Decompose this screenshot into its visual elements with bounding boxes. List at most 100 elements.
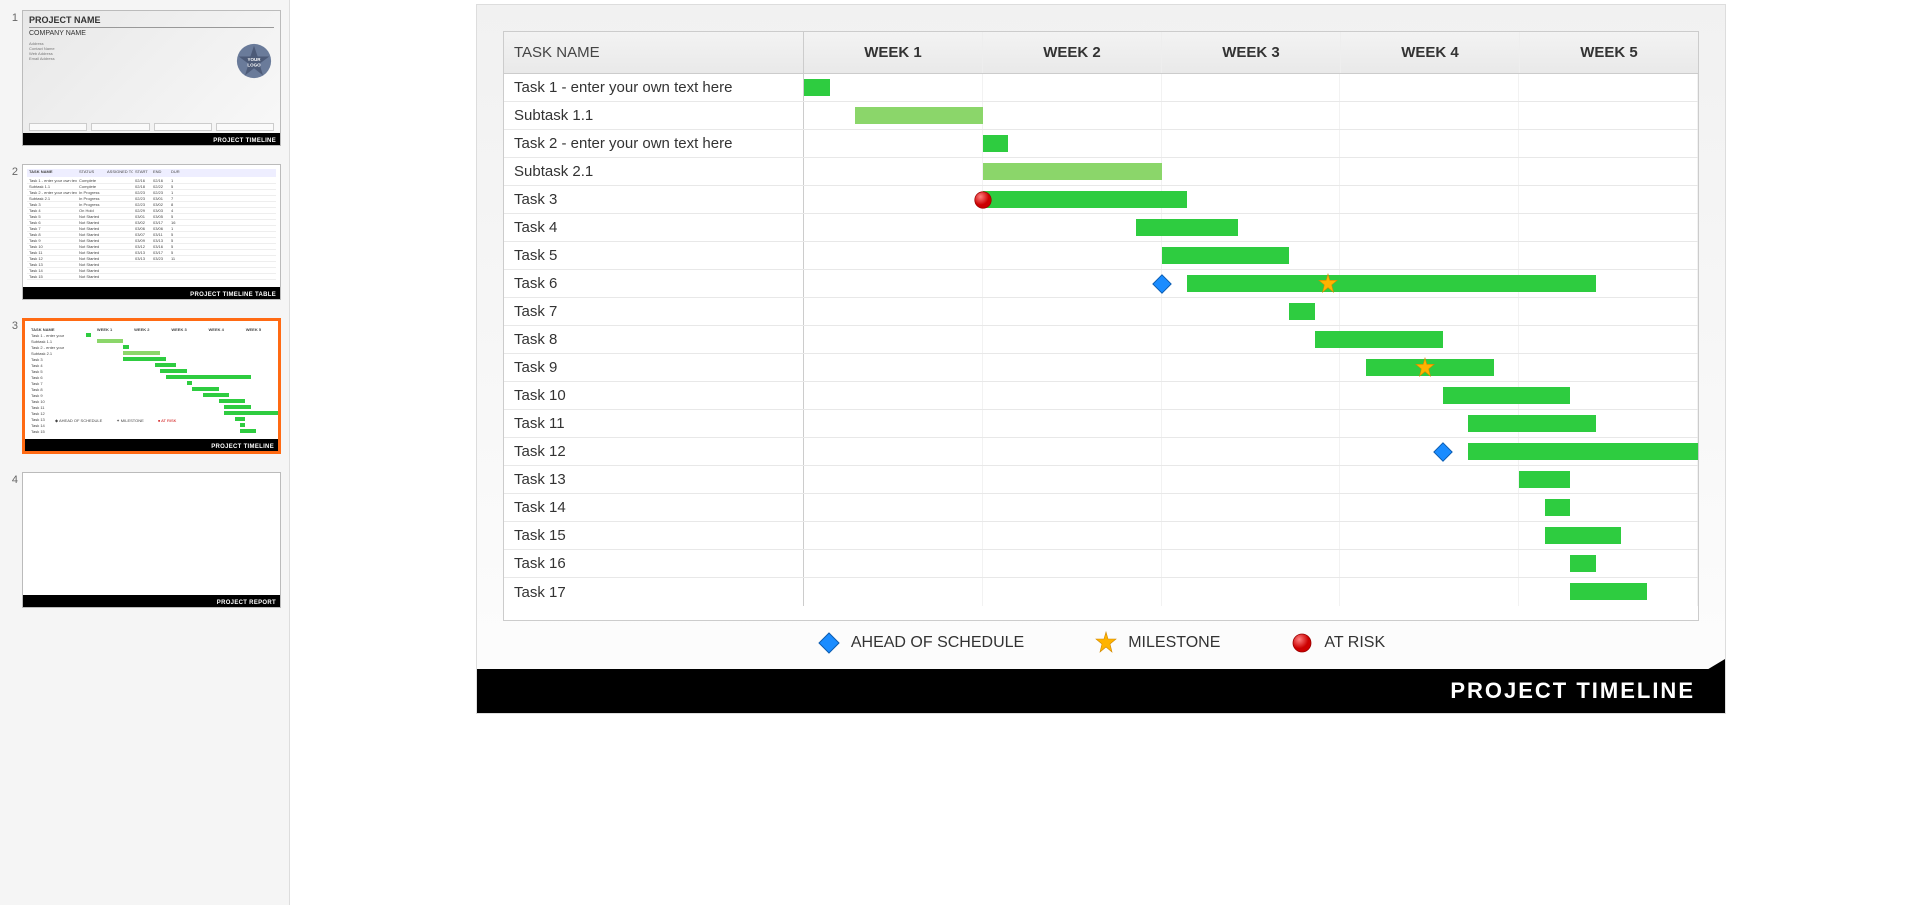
logo-icon: YOURLOGO — [236, 43, 272, 79]
legend-item: AHEAD OF SCHEDULE — [817, 631, 1024, 655]
week-header: WEEK 2 — [983, 32, 1162, 73]
gantt-bar — [1315, 331, 1443, 348]
gantt-header-row: TASK NAME WEEK 1WEEK 2WEEK 3WEEK 4WEEK 5 — [504, 32, 1698, 74]
thumb-footer-label: PROJECT TIMELINE — [211, 444, 274, 450]
milestone-icon — [1094, 631, 1118, 655]
task-label: Subtask 1.1 — [504, 102, 804, 129]
gantt-row: Subtask 1.1 — [504, 102, 1698, 130]
gantt-legend: AHEAD OF SCHEDULE MILESTONE AT RISK — [477, 621, 1725, 669]
gantt-bar — [855, 107, 983, 124]
gantt-row: Task 2 - enter your own text here — [504, 130, 1698, 158]
svg-text:LOGO: LOGO — [247, 62, 261, 67]
slide-number: 4 — [8, 472, 22, 486]
slide-number: 1 — [8, 10, 22, 24]
slide-thumb-row: 3 TASK NAMEWEEK 1WEEK 2WEEK 3WEEK 4WEEK … — [8, 318, 281, 454]
risk-icon — [1290, 631, 1314, 655]
gantt-row: Subtask 2.1 — [504, 158, 1698, 186]
gantt-bar — [1187, 275, 1596, 292]
thumb-title: PROJECT NAME — [29, 15, 274, 28]
gantt-bar — [983, 191, 1187, 208]
thumb-subtitle: COMPANY NAME — [29, 30, 274, 37]
task-label: Task 11 — [504, 410, 804, 437]
gantt-row: Task 11 — [504, 410, 1698, 438]
slide-thumbnail-2[interactable]: TASK NAMESTATUSASSIGNED TOSTARTENDDUR Ta… — [22, 164, 281, 300]
legend-label: AT RISK — [1324, 634, 1385, 652]
task-label: Task 15 — [504, 522, 804, 549]
gantt-bar — [1545, 499, 1571, 516]
slide-thumbnail-1[interactable]: PROJECT NAME COMPANY NAME AddressContact… — [22, 10, 281, 146]
thumb-footer-label: PROJECT REPORT — [217, 600, 276, 606]
gantt-row: Task 8 — [504, 326, 1698, 354]
task-label: Task 13 — [504, 466, 804, 493]
gantt-bar — [1545, 527, 1622, 544]
gantt-chart: TASK NAME WEEK 1WEEK 2WEEK 3WEEK 4WEEK 5… — [503, 31, 1699, 621]
slide-number: 3 — [8, 318, 22, 332]
gantt-row: Task 15 — [504, 522, 1698, 550]
task-label: Task 12 — [504, 438, 804, 465]
task-name-header: TASK NAME — [504, 32, 804, 73]
week-header: WEEK 5 — [1520, 32, 1698, 73]
task-label: Task 7 — [504, 298, 804, 325]
slide-thumbnail-3[interactable]: TASK NAMEWEEK 1WEEK 2WEEK 3WEEK 4WEEK 5 … — [22, 318, 281, 454]
slide-thumbnail-4[interactable]: PROJECT REPORT — [22, 472, 281, 608]
slide-panel: 1 PROJECT NAME COMPANY NAME AddressConta… — [0, 0, 290, 905]
task-label: Task 3 — [504, 186, 804, 213]
gantt-bar — [1570, 555, 1596, 572]
task-label: Task 10 — [504, 382, 804, 409]
slide-footer-title: PROJECT TIMELINE — [1450, 678, 1695, 704]
svg-text:YOUR: YOUR — [247, 57, 261, 62]
footer-arrow-icon — [1645, 659, 1725, 671]
gantt-row: Task 5 — [504, 242, 1698, 270]
gantt-bar — [1443, 387, 1571, 404]
slide-thumb-row: 4 PROJECT REPORT — [8, 472, 281, 608]
task-label: Task 14 — [504, 494, 804, 521]
week-header: WEEK 3 — [1162, 32, 1341, 73]
gantt-bar — [1468, 415, 1596, 432]
thumb-footer-label: PROJECT TIMELINE — [213, 138, 276, 144]
app-root: 1 PROJECT NAME COMPANY NAME AddressConta… — [0, 0, 1912, 905]
gantt-row: Task 16 — [504, 550, 1698, 578]
task-label: Task 17 — [504, 578, 804, 606]
gantt-row: Task 14 — [504, 494, 1698, 522]
legend-label: AHEAD OF SCHEDULE — [851, 634, 1024, 652]
gantt-row: Task 17 — [504, 578, 1698, 606]
task-label: Task 5 — [504, 242, 804, 269]
slide-number: 2 — [8, 164, 22, 178]
gantt-row: Task 4 — [504, 214, 1698, 242]
ahead-marker-icon — [1432, 441, 1454, 463]
editor-area: TASK NAME WEEK 1WEEK 2WEEK 3WEEK 4WEEK 5… — [290, 0, 1912, 905]
gantt-row: Task 6 — [504, 270, 1698, 298]
gantt-row: Task 12 — [504, 438, 1698, 466]
thumb-footer-label: PROJECT TIMELINE TABLE — [190, 292, 276, 298]
gantt-row: Task 3 — [504, 186, 1698, 214]
task-label: Task 8 — [504, 326, 804, 353]
legend-item: AT RISK — [1290, 631, 1385, 655]
slide-thumb-row: 2 TASK NAMESTATUSASSIGNED TOSTARTENDDUR … — [8, 164, 281, 300]
gantt-bar — [1136, 219, 1238, 236]
slide-footer: PROJECT TIMELINE — [477, 669, 1725, 713]
slide-canvas[interactable]: TASK NAME WEEK 1WEEK 2WEEK 3WEEK 4WEEK 5… — [476, 4, 1726, 714]
task-label: Task 4 — [504, 214, 804, 241]
risk-marker-icon — [972, 189, 994, 211]
gantt-bar — [1162, 247, 1290, 264]
task-label: Task 2 - enter your own text here — [504, 130, 804, 157]
gantt-bar — [1570, 583, 1647, 600]
task-label: Task 16 — [504, 550, 804, 577]
task-label: Task 1 - enter your own text here — [504, 74, 804, 101]
gantt-row: Task 7 — [504, 298, 1698, 326]
gantt-bar — [1289, 303, 1315, 320]
milestone-marker-icon — [1317, 273, 1339, 295]
gantt-bar — [1519, 471, 1570, 488]
milestone-marker-icon — [1414, 357, 1436, 379]
task-label: Task 6 — [504, 270, 804, 297]
gantt-row: Task 10 — [504, 382, 1698, 410]
legend-item: MILESTONE — [1094, 631, 1220, 655]
gantt-row: Task 1 - enter your own text here — [504, 74, 1698, 102]
gantt-bar — [983, 135, 1009, 152]
task-label: Task 9 — [504, 354, 804, 381]
gantt-bar — [804, 79, 830, 96]
week-header: WEEK 4 — [1341, 32, 1520, 73]
gantt-body: Task 1 - enter your own text hereSubtask… — [504, 74, 1698, 620]
week-header: WEEK 1 — [804, 32, 983, 73]
gantt-row: Task 13 — [504, 466, 1698, 494]
